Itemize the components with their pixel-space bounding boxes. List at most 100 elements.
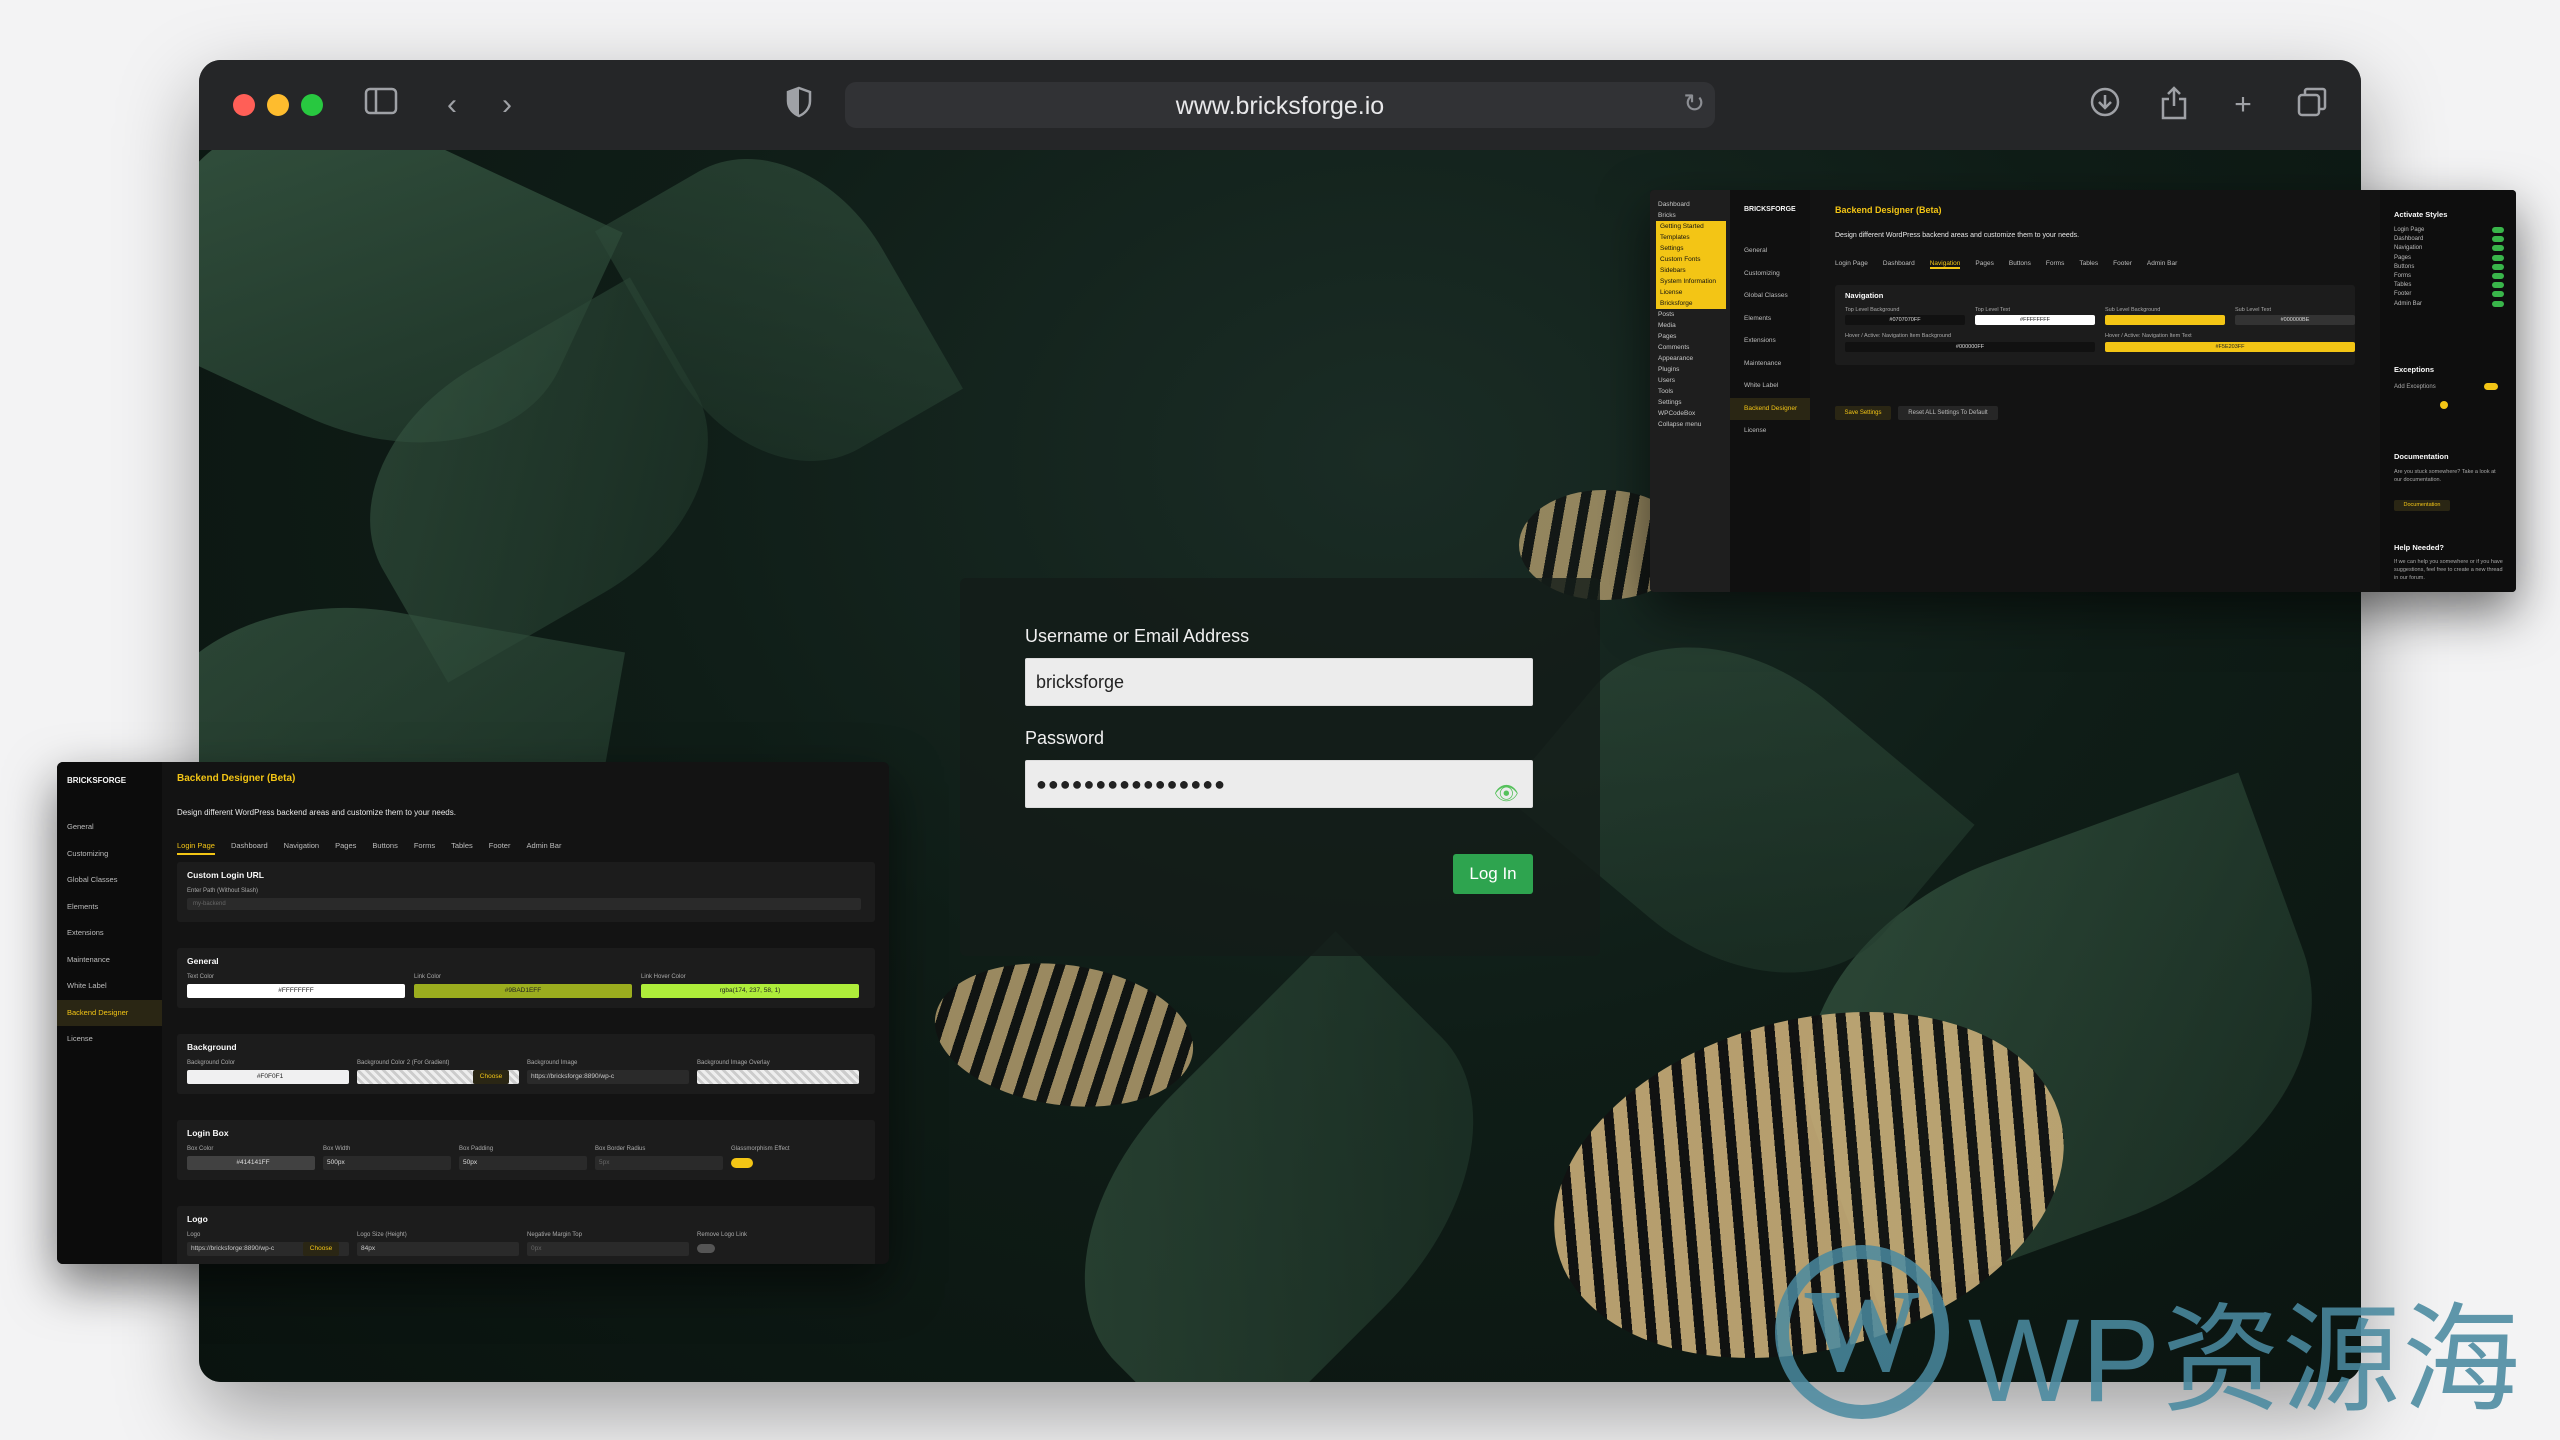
- color-field[interactable]: #F0F0F1: [187, 1070, 349, 1084]
- text-field[interactable]: #414141FF: [187, 1156, 315, 1170]
- tab-item[interactable]: Admin Bar: [526, 841, 561, 853]
- reload-icon[interactable]: ↻: [1683, 88, 1705, 119]
- sidebar-item[interactable]: Maintenance: [1730, 353, 1810, 376]
- wp-menu-item[interactable]: Posts: [1656, 309, 1726, 320]
- wp-menu-item[interactable]: Custom Fonts: [1656, 254, 1726, 265]
- wp-menu-item[interactable]: Comments: [1656, 342, 1726, 353]
- sidebar-item[interactable]: Extensions: [57, 920, 162, 947]
- tab-item[interactable]: Forms: [414, 841, 435, 853]
- documentation-button[interactable]: Documentation: [2394, 500, 2450, 511]
- wp-menu-item[interactable]: System Information: [1656, 276, 1726, 287]
- tab-item[interactable]: Pages: [335, 841, 356, 853]
- wp-menu-item[interactable]: Bricksforge: [1656, 298, 1726, 309]
- color-field[interactable]: https://bricksforge:8890/wp-c: [527, 1070, 689, 1084]
- activate-style-toggle[interactable]: [2492, 236, 2504, 243]
- color-field[interactable]: #FFFFFFFF: [187, 984, 405, 998]
- color-field[interactable]: #0707070FF: [1845, 315, 1965, 325]
- glassmorphism-toggle[interactable]: [731, 1158, 753, 1168]
- sidebar-item[interactable]: Backend Designer: [1730, 397, 1810, 420]
- add-exception-icon[interactable]: [2440, 401, 2448, 409]
- new-tab-icon[interactable]: +: [2224, 86, 2262, 124]
- text-field[interactable]: 500px: [323, 1156, 451, 1170]
- wp-menu-item[interactable]: Settings: [1656, 397, 1726, 408]
- text-field[interactable]: 84px: [357, 1242, 519, 1256]
- wp-menu-item[interactable]: Media: [1656, 320, 1726, 331]
- wp-menu-item[interactable]: Bricks: [1656, 210, 1726, 221]
- username-input[interactable]: bricksforge: [1025, 658, 1533, 706]
- tab-item[interactable]: Forms: [2046, 260, 2064, 267]
- wp-menu-item[interactable]: WPCodeBox: [1656, 408, 1726, 419]
- forward-icon[interactable]: ›: [488, 86, 526, 124]
- color-field[interactable]: [697, 1070, 859, 1084]
- wp-menu-item[interactable]: Templates: [1656, 232, 1726, 243]
- sidebar-item[interactable]: Global Classes: [1730, 285, 1810, 308]
- downloads-icon[interactable]: [2086, 86, 2124, 124]
- sidebar-item[interactable]: Global Classes: [57, 867, 162, 894]
- choose-logo-button[interactable]: Choose: [303, 1242, 339, 1256]
- tab-item[interactable]: Admin Bar: [2147, 260, 2177, 267]
- activate-style-toggle[interactable]: [2492, 227, 2504, 233]
- tab-overview-icon[interactable]: [2293, 86, 2331, 124]
- activate-style-toggle[interactable]: [2492, 263, 2504, 270]
- tab-item[interactable]: Footer: [2113, 260, 2132, 267]
- tab-item[interactable]: Dashboard: [231, 841, 268, 853]
- share-icon[interactable]: [2155, 86, 2193, 124]
- tab-item[interactable]: Footer: [489, 841, 511, 853]
- tab-item[interactable]: Buttons: [2009, 260, 2031, 267]
- activate-style-toggle[interactable]: [2492, 282, 2504, 289]
- tab-item[interactable]: Buttons: [372, 841, 397, 853]
- activate-style-toggle[interactable]: [2492, 300, 2504, 307]
- sidebar-toggle-icon[interactable]: [362, 86, 400, 124]
- tab-item[interactable]: Dashboard: [1883, 260, 1915, 267]
- close-window-button[interactable]: [233, 94, 255, 116]
- login-button[interactable]: Log In: [1453, 854, 1533, 894]
- password-input[interactable]: ●●●●●●●●●●●●●●●● 👁: [1025, 760, 1533, 808]
- wp-menu-item[interactable]: Users: [1656, 375, 1726, 386]
- maximize-window-button[interactable]: [301, 94, 323, 116]
- wp-menu-item[interactable]: Tools: [1656, 386, 1726, 397]
- color-field[interactable]: #000000FF: [1845, 342, 2095, 352]
- wp-menu-item[interactable]: Pages: [1656, 331, 1726, 342]
- reset-settings-button[interactable]: Reset ALL Settings To Default: [1898, 406, 1998, 420]
- activate-style-toggle[interactable]: [2492, 273, 2504, 280]
- tab-item[interactable]: Tables: [451, 841, 473, 853]
- text-field[interactable]: 5px: [595, 1156, 723, 1170]
- sidebar-item[interactable]: Elements: [1730, 308, 1810, 331]
- sidebar-item[interactable]: License: [57, 1026, 162, 1053]
- sidebar-item[interactable]: Elements: [57, 894, 162, 921]
- text-field[interactable]: 0px: [527, 1242, 689, 1256]
- color-field[interactable]: #9BAD1EFF: [414, 984, 632, 998]
- tab-item[interactable]: Navigation: [1929, 260, 1961, 269]
- activate-style-toggle[interactable]: [2492, 245, 2504, 252]
- sidebar-item[interactable]: License: [1730, 420, 1810, 443]
- sidebar-item[interactable]: Backend Designer: [57, 999, 162, 1026]
- sidebar-item[interactable]: Extensions: [1730, 330, 1810, 353]
- color-field[interactable]: #FFFFFFFF: [1975, 315, 2095, 325]
- activate-style-toggle[interactable]: [2492, 291, 2504, 298]
- wp-menu-item[interactable]: Appearance: [1656, 353, 1726, 364]
- tab-item[interactable]: Tables: [2079, 260, 2098, 267]
- sidebar-item[interactable]: Customizing: [1730, 263, 1810, 286]
- privacy-shield-icon[interactable]: [780, 86, 818, 124]
- text-field[interactable]: 50px: [459, 1156, 587, 1170]
- color-field[interactable]: #F5E203FF: [2105, 342, 2355, 352]
- wp-menu-item[interactable]: Dashboard: [1656, 199, 1726, 210]
- wp-menu-item[interactable]: Settings: [1656, 243, 1726, 254]
- show-password-icon[interactable]: 👁: [1494, 771, 1520, 817]
- sidebar-item[interactable]: White Label: [1730, 375, 1810, 398]
- minimize-window-button[interactable]: [267, 94, 289, 116]
- tab-item[interactable]: Login Page: [177, 841, 215, 855]
- sidebar-item[interactable]: General: [1730, 240, 1810, 263]
- color-field[interactable]: [2105, 315, 2225, 325]
- exceptions-toggle[interactable]: [2484, 383, 2498, 390]
- wp-menu-item[interactable]: Sidebars: [1656, 265, 1726, 276]
- save-settings-button[interactable]: Save Settings: [1835, 406, 1891, 420]
- color-field[interactable]: rgba(174, 237, 58, 1): [641, 984, 859, 998]
- tab-item[interactable]: Login Page: [1835, 260, 1868, 267]
- wp-menu-item[interactable]: License: [1656, 287, 1726, 298]
- back-icon[interactable]: ‹: [433, 86, 471, 124]
- sidebar-item[interactable]: White Label: [57, 973, 162, 1000]
- tab-item[interactable]: Navigation: [284, 841, 319, 853]
- wp-menu-item[interactable]: Collapse menu: [1656, 419, 1726, 430]
- color-field[interactable]: #000000BE: [2235, 315, 2355, 325]
